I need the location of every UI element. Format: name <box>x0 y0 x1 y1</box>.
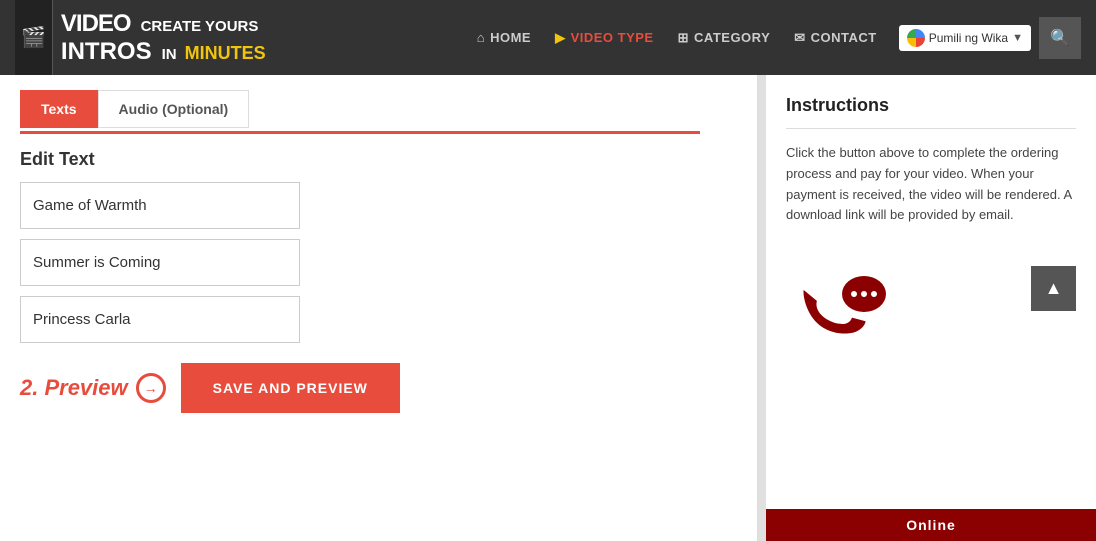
logo-create: CREATE YOURS <box>141 18 259 35</box>
panel-divider <box>758 75 766 541</box>
google-g-logo <box>907 29 925 47</box>
preview-section: 2. Preview → SAVE AND PREVIEW <box>20 363 737 413</box>
nav-video-type[interactable]: ▶ VIDEO TYPE <box>543 22 666 54</box>
text-field-2[interactable] <box>20 239 300 286</box>
translate-label: Pumili ng Wika <box>929 31 1008 45</box>
google-translate-widget[interactable]: Pumili ng Wika ▼ <box>899 25 1031 51</box>
logo-film-strip: 🎬 <box>15 0 53 75</box>
chat-area: ▲ <box>786 256 1076 356</box>
site-logo: 🎬 VIDEO CREATE YOURS INTROS IN MINUTES <box>15 0 274 75</box>
content-panel: Texts Audio (Optional) Edit Text 2. Prev… <box>0 75 758 541</box>
phone-chat-icon <box>786 256 896 356</box>
nav-links: ⌂ HOME ▶ VIDEO TYPE ⊞ CATEGORY ✉ CONTACT <box>465 22 889 54</box>
preview-arrow-icon: → <box>136 373 166 403</box>
translate-arrow: ▼ <box>1012 32 1023 44</box>
scroll-top-button[interactable]: ▲ <box>1031 266 1076 311</box>
nav-home[interactable]: ⌂ HOME <box>465 22 543 53</box>
film-icon: 🎬 <box>21 25 46 50</box>
instructions-title: Instructions <box>786 95 1076 116</box>
text-field-3[interactable] <box>20 296 300 343</box>
home-icon: ⌂ <box>477 30 485 45</box>
video-icon: ▶ <box>555 30 566 46</box>
phone-chat-svg <box>786 256 896 356</box>
nav-contact[interactable]: ✉ CONTACT <box>782 22 889 54</box>
right-panel: Instructions Click the button above to c… <box>766 75 1096 541</box>
preview-label: 2. Preview → <box>20 373 166 403</box>
logo-video: VIDEO <box>61 10 131 38</box>
instructions-divider <box>786 128 1076 129</box>
grid-icon: ⊞ <box>678 30 689 46</box>
tab-bar: Texts Audio (Optional) <box>20 90 737 128</box>
save-preview-button[interactable]: SAVE AND PREVIEW <box>181 363 400 413</box>
nav-category[interactable]: ⊞ CATEGORY <box>666 22 783 54</box>
main-nav: ⌂ HOME ▶ VIDEO TYPE ⊞ CATEGORY ✉ CONTACT… <box>465 17 1081 59</box>
logo-minutes: MINUTES <box>185 43 266 64</box>
envelope-icon: ✉ <box>794 30 805 46</box>
edit-text-heading: Edit Text <box>20 149 737 170</box>
site-header: 🎬 VIDEO CREATE YOURS INTROS IN MINUTES ⌂… <box>0 0 1096 75</box>
text-field-1[interactable] <box>20 182 300 229</box>
tab-underline <box>20 131 700 134</box>
logo-title: VIDEO CREATE YOURS INTROS IN MINUTES <box>53 0 274 75</box>
tab-texts[interactable]: Texts <box>20 90 98 128</box>
online-badge: Online <box>766 509 1096 541</box>
logo-in: IN <box>162 46 177 63</box>
search-button[interactable]: 🔍 <box>1039 17 1081 59</box>
logo-intros: INTROS <box>61 38 152 66</box>
tab-audio[interactable]: Audio (Optional) <box>98 90 250 128</box>
main-layout: Texts Audio (Optional) Edit Text 2. Prev… <box>0 75 1096 541</box>
instructions-text: Click the button above to complete the o… <box>786 143 1076 226</box>
